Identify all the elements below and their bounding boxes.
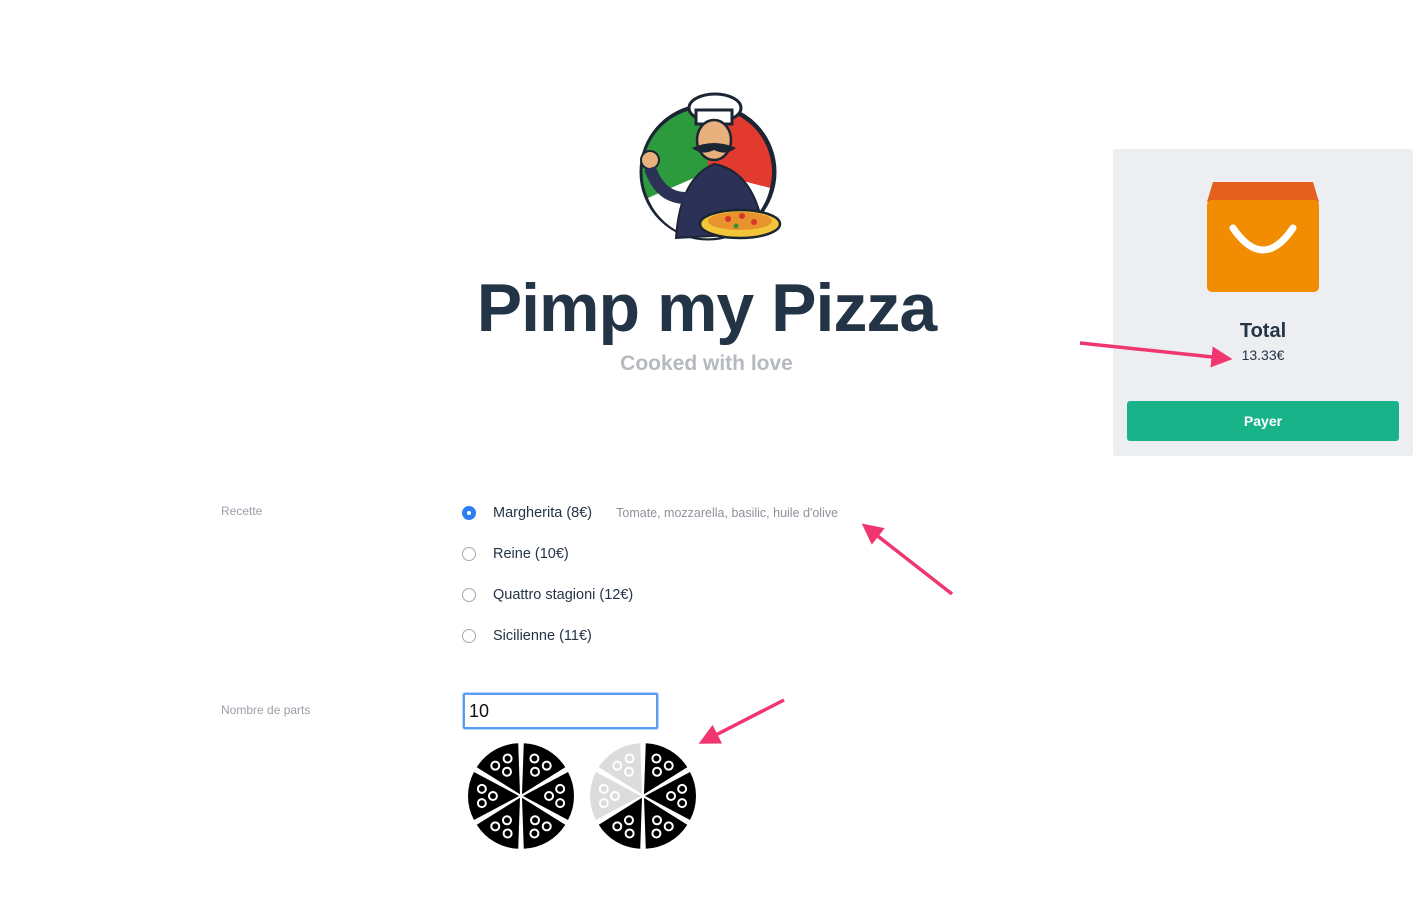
recipe-option-label: Reine (10€)	[493, 546, 569, 562]
pay-button[interactable]: Payer	[1127, 401, 1399, 441]
cart-panel: Total 13.33€ Payer	[1113, 149, 1413, 456]
parts-label: Nombre de parts	[221, 703, 311, 717]
total-label: Total	[1239, 320, 1287, 342]
radio-button[interactable]	[462, 588, 476, 602]
recipe-option-label: Margherita (8€)	[493, 505, 593, 521]
pizza-slices-icon	[467, 742, 575, 850]
recipe-option-label: Sicilienne (11€)	[493, 628, 592, 644]
recipe-option-quattro-stagioni[interactable]: Quattro stagioni (12€)	[462, 584, 633, 606]
recipe-label: Recette	[221, 504, 263, 518]
shopping-bag-icon	[1207, 182, 1319, 294]
total-value: 13.33€	[1241, 347, 1285, 363]
chef-pizza-logo-icon	[630, 88, 790, 250]
recipe-option-margherita[interactable]: Margherita (8€) Tomate, mozzarella, basi…	[462, 502, 838, 524]
annotation-arrow	[698, 698, 785, 744]
annotation-arrow	[861, 523, 954, 596]
recipe-option-reine[interactable]: Reine (10€)	[462, 543, 569, 565]
recipe-option-label: Quattro stagioni (12€)	[493, 587, 634, 603]
radio-button-selected[interactable]	[462, 506, 476, 520]
radio-button[interactable]	[462, 547, 476, 561]
radio-button[interactable]	[462, 629, 476, 643]
pizza-slices-icon	[589, 742, 697, 850]
parts-input[interactable]	[463, 693, 658, 729]
recipe-option-sicilienne[interactable]: Sicilienne (11€)	[462, 625, 592, 647]
recipe-option-description: Tomate, mozzarella, basilic, huile d'oli…	[616, 506, 839, 520]
